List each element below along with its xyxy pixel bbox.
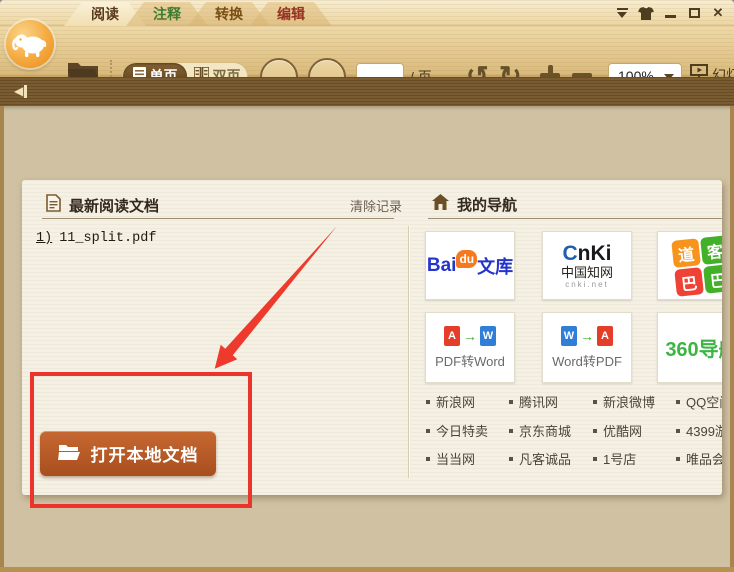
panel-collapse-bar: ◀ — [0, 77, 734, 106]
bullet-icon — [426, 429, 430, 433]
pdf-reader-window: 阅读 注释 转换 编辑 ✕ — [0, 0, 734, 572]
bullet-icon — [509, 429, 513, 433]
360-logo-text: 360导航 — [665, 333, 722, 362]
file-name: 11_split.pdf — [59, 231, 156, 246]
window-controls: ✕ — [614, 5, 726, 21]
pdf-doc-icon: A — [444, 326, 460, 346]
bullet-icon — [426, 400, 430, 404]
vertical-divider — [408, 226, 409, 478]
my-navigation-header: 我的导航 — [432, 194, 517, 215]
title-bar: 阅读 注释 转换 编辑 ✕ — [0, 0, 734, 26]
bullet-icon — [593, 429, 597, 433]
tab-edit[interactable]: 编辑 — [250, 2, 332, 26]
wenku-text: 文库 — [477, 253, 513, 279]
word-doc-icon: W — [480, 326, 496, 346]
nav-link[interactable]: 优酷网 — [593, 421, 642, 440]
nav-link[interactable]: 4399游戏 — [676, 421, 722, 440]
nav-tile-360-nav[interactable]: 360导航 — [657, 312, 722, 383]
bullet-icon — [676, 400, 680, 404]
ribbon-tabs: 阅读 注释 转换 编辑 — [64, 2, 312, 26]
collapse-left-icon: ◀ — [14, 83, 23, 99]
collapse-sidebar-button[interactable]: ◀ — [14, 83, 27, 99]
word-doc-icon: W — [561, 326, 577, 346]
cnki-logo-text: CnKi — [563, 243, 612, 265]
annotation-highlight-rectangle — [30, 372, 252, 508]
document-icon — [46, 194, 61, 217]
bullet-icon — [676, 429, 680, 433]
bullet-icon — [509, 400, 513, 404]
skin-shirt-icon[interactable] — [638, 6, 654, 20]
nav-link[interactable]: 1号店 — [593, 449, 636, 468]
my-navigation-title: 我的导航 — [457, 194, 517, 215]
main-toolbar: 单页 双页 ← → / 页 ↺ ↻ 100% 幻灯片 — [0, 26, 734, 77]
nav-tile-docin[interactable]: 道 客 巴 巴 — [657, 231, 722, 300]
nav-link[interactable]: 腾讯网 — [509, 392, 558, 411]
bullet-icon — [593, 457, 597, 461]
nav-link[interactable]: 新浪网 — [426, 392, 475, 411]
bullet-icon — [509, 457, 513, 461]
nav-tile-word-to-pdf[interactable]: W → A Word转PDF — [542, 312, 632, 383]
recent-file-item[interactable]: 1) 11_split.pdf — [36, 231, 156, 246]
baidu-logo-text: Bai — [427, 255, 457, 277]
file-index: 1) — [36, 231, 52, 246]
pdf-doc-icon: A — [597, 326, 613, 346]
nav-link[interactable]: QQ空间 — [676, 392, 722, 411]
menu-chevron-icon[interactable] — [614, 6, 630, 20]
app-logo-elephant-icon[interactable] — [6, 20, 54, 68]
divider — [428, 218, 722, 219]
clear-history-link[interactable]: 清除记录 — [350, 196, 402, 215]
convert-arrow-icon: → — [463, 328, 477, 344]
nav-link[interactable]: 新浪微博 — [593, 392, 655, 411]
bullet-icon — [426, 457, 430, 461]
maximize-button[interactable] — [686, 6, 702, 20]
home-icon — [432, 194, 449, 215]
recent-docs-header: 最新阅读文档 — [46, 194, 159, 217]
nav-link[interactable]: 京东商城 — [509, 421, 571, 440]
tile-label: Word转PDF — [552, 351, 622, 370]
close-button[interactable]: ✕ — [710, 6, 726, 20]
nav-tile-baidu-wenku[interactable]: Bai du 文库 — [425, 231, 515, 300]
nav-link[interactable]: 凡客诚品 — [509, 449, 571, 468]
tile-label: PDF转Word — [435, 351, 505, 370]
minimize-button[interactable] — [662, 6, 678, 20]
nav-tile-pdf-to-word[interactable]: A → W PDF转Word — [425, 312, 515, 383]
baidu-paw-icon: du — [456, 250, 477, 268]
nav-tile-cnki[interactable]: CnKi 中国知网 cnki.net — [542, 231, 632, 300]
bullet-icon — [593, 400, 597, 404]
window-frame-right — [730, 106, 734, 572]
convert-arrow-icon: → — [580, 328, 594, 344]
nav-link[interactable]: 今日特卖 — [426, 421, 488, 440]
cnki-domain: cnki.net — [565, 280, 609, 289]
divider — [42, 218, 394, 219]
bullet-icon — [676, 457, 680, 461]
nav-link[interactable]: 当当网 — [426, 449, 475, 468]
cnki-chinese-name: 中国知网 — [561, 265, 613, 280]
window-frame-bottom — [0, 567, 734, 572]
window-frame-left — [0, 106, 4, 572]
docin-logo: 道 客 巴 巴 — [671, 235, 722, 297]
recent-docs-title: 最新阅读文档 — [69, 195, 159, 216]
nav-link[interactable]: 唯品会 — [676, 449, 722, 468]
